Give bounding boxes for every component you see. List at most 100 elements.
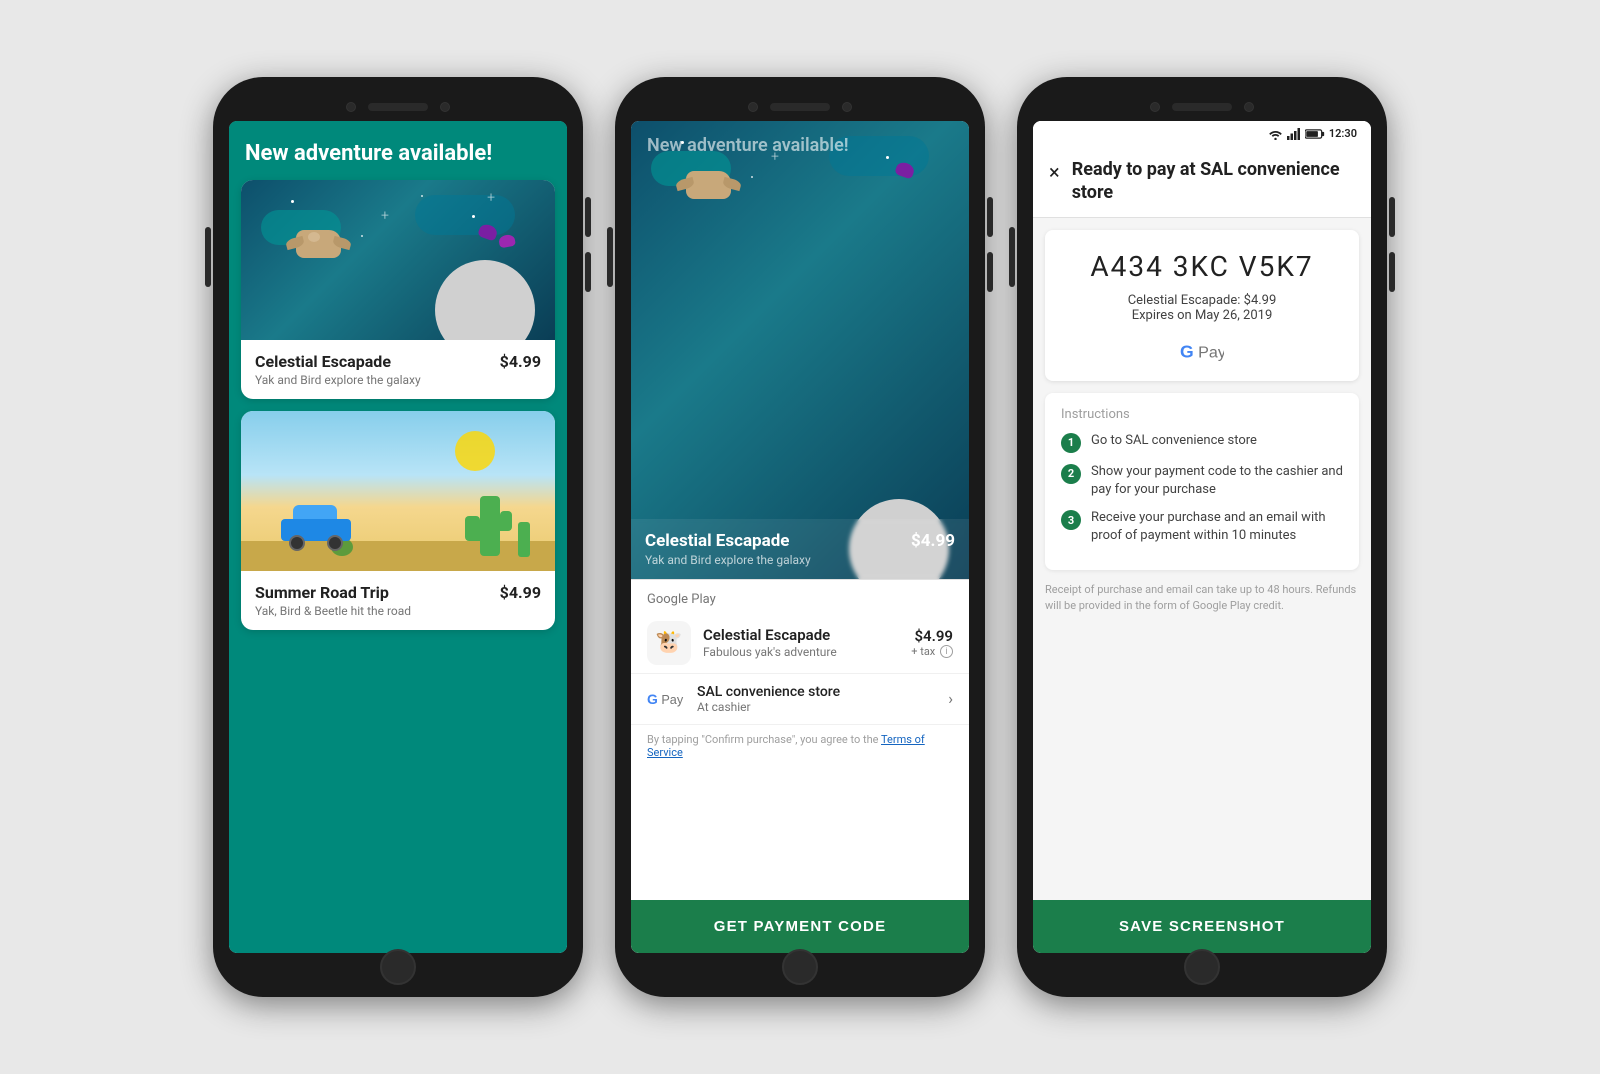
purchase-sheet-header: Google Play xyxy=(631,580,969,613)
gpay-logo-svg: G Pay xyxy=(647,690,685,708)
purchase-sheet: Google Play 🐮 Celestial Escapade Fabulou… xyxy=(631,579,969,953)
gpay-cashier-text: At cashier xyxy=(697,700,948,714)
payment-code-screen: 12:30 × Ready to pay at SAL convenience … xyxy=(1033,121,1371,953)
instruction-number-2: 2 xyxy=(1061,464,1081,484)
chevron-right-icon: › xyxy=(948,689,953,708)
celestial-title: Celestial Escapade xyxy=(255,352,421,371)
terms-text: By tapping "Confirm purchase", you agree… xyxy=(631,725,969,767)
star-icon xyxy=(472,215,475,218)
store-header: New adventure available! xyxy=(229,121,567,180)
svg-text:G Pay: G Pay xyxy=(1180,341,1224,360)
home-button[interactable] xyxy=(1184,949,1220,985)
celestial-subtitle: Yak and Bird explore the galaxy xyxy=(255,373,421,387)
gpay-store-name: SAL convenience store xyxy=(697,684,948,700)
screen-3: 12:30 × Ready to pay at SAL convenience … xyxy=(1033,121,1371,953)
gpay-badge: G Pay xyxy=(1180,341,1224,361)
purchase-card-info: Celestial Escapade Yak and Bird explore … xyxy=(631,519,969,579)
yak-character xyxy=(296,230,341,258)
purchase-game-subtitle: Yak and Bird explore the galaxy xyxy=(645,553,811,567)
summer-price: $4.99 xyxy=(500,583,541,602)
purchase-item-price: $4.99 + tax i xyxy=(911,627,953,659)
instruction-item-3: 3 Receive your purchase and an email wit… xyxy=(1061,509,1343,545)
plus-star-icon: + xyxy=(487,190,495,206)
summer-card[interactable]: Summer Road Trip Yak, Bird & Beetle hit … xyxy=(241,411,555,630)
speaker xyxy=(1172,103,1232,111)
instruction-number-1: 1 xyxy=(1061,433,1081,453)
purchase-game-price: $4.99 xyxy=(911,531,955,551)
code-item-name: Celestial Escapade: $4.99 xyxy=(1128,293,1277,308)
instruction-text-2: Show your payment code to the cashier an… xyxy=(1091,463,1343,499)
payment-code-card: A434 3KC V5K7 Celestial Escapade: $4.99 … xyxy=(1045,230,1359,381)
phone-bottom-bar xyxy=(1033,953,1371,981)
get-payment-code-button[interactable]: GET PAYMENT CODE xyxy=(631,900,969,953)
purchase-header-overlay: New adventure available! xyxy=(631,121,969,164)
star-icon xyxy=(361,235,363,237)
star-icon xyxy=(421,195,423,197)
purchase-item-details: Celestial Escapade Fabulous yak's advent… xyxy=(703,626,911,659)
status-time: 12:30 xyxy=(1329,127,1357,140)
power-button[interactable] xyxy=(1009,227,1015,287)
speaker xyxy=(368,103,428,111)
purchase-game-preview: + New adventure available! Celestial Esc… xyxy=(631,121,969,579)
instruction-item-1: 1 Go to SAL convenience store xyxy=(1061,432,1343,453)
bird-character-2 xyxy=(498,234,516,249)
game-icon: 🐮 xyxy=(647,621,691,665)
instructions-section: Instructions 1 Go to SAL convenience sto… xyxy=(1045,393,1359,570)
moon xyxy=(435,260,535,340)
purchase-card-text: Celestial Escapade Yak and Bird explore … xyxy=(645,531,811,567)
volume-down-button[interactable] xyxy=(987,252,993,292)
front-sensor xyxy=(1244,102,1254,112)
front-camera xyxy=(1150,102,1160,112)
info-icon[interactable]: i xyxy=(940,645,953,658)
volume-down-button[interactable] xyxy=(1389,252,1395,292)
gpay-badge-logo: G Pay xyxy=(1180,341,1224,361)
summer-card-info: Summer Road Trip Yak, Bird & Beetle hit … xyxy=(241,571,555,630)
save-screenshot-button[interactable]: SAVE SCREENSHOT xyxy=(1033,900,1371,953)
home-button[interactable] xyxy=(782,949,818,985)
home-button[interactable] xyxy=(380,949,416,985)
celestial-card-image: + + xyxy=(241,180,555,340)
gpay-logo: G Pay xyxy=(647,690,685,708)
celestial-card[interactable]: + + Celestial Escapade xyxy=(241,180,555,399)
screen-1: New adventure available! + + xyxy=(229,121,567,953)
celestial-card-info: Celestial Escapade Yak and Bird explore … xyxy=(241,340,555,399)
purchase-item-sub: Fabulous yak's adventure xyxy=(703,645,911,659)
car xyxy=(281,516,351,551)
power-button[interactable] xyxy=(205,227,211,287)
celestial-card-text: Celestial Escapade Yak and Bird explore … xyxy=(255,352,421,387)
status-bar: 12:30 xyxy=(1033,121,1371,146)
svg-text:G Pay: G Pay xyxy=(647,691,684,707)
phone-top-bar xyxy=(631,93,969,121)
star-icon xyxy=(751,176,753,178)
instructions-label: Instructions xyxy=(1061,407,1343,422)
gpay-details: SAL convenience store At cashier xyxy=(697,684,948,714)
cactus xyxy=(480,496,500,556)
signal-icon xyxy=(1287,128,1301,140)
speaker xyxy=(770,103,830,111)
summer-title: Summer Road Trip xyxy=(255,583,411,602)
store-screen: New adventure available! + + xyxy=(229,121,567,953)
yak-character xyxy=(686,171,731,199)
gpay-payment-row[interactable]: G Pay SAL convenience store At cashier › xyxy=(631,674,969,725)
purchase-game-title: Celestial Escapade xyxy=(645,531,811,551)
purchase-bg: + New adventure available! Celestial Esc… xyxy=(631,121,969,579)
phone-top-bar xyxy=(1033,93,1371,121)
power-button[interactable] xyxy=(607,227,613,287)
close-button[interactable]: × xyxy=(1049,160,1060,184)
phone-3: 12:30 × Ready to pay at SAL convenience … xyxy=(1017,77,1387,997)
front-camera xyxy=(748,102,758,112)
disclaimer-text: Receipt of purchase and email can take u… xyxy=(1045,582,1359,615)
phone-bottom-bar xyxy=(229,953,567,981)
volume-up-button[interactable] xyxy=(987,197,993,237)
front-camera xyxy=(346,102,356,112)
purchase-item-name: Celestial Escapade xyxy=(703,626,911,644)
space-cloud-2 xyxy=(415,195,515,235)
instruction-number-3: 3 xyxy=(1061,510,1081,530)
volume-up-button[interactable] xyxy=(585,197,591,237)
summer-card-image xyxy=(241,411,555,571)
volume-up-button[interactable] xyxy=(1389,197,1395,237)
item-price-value: $4.99 xyxy=(911,627,953,645)
volume-down-button[interactable] xyxy=(585,252,591,292)
payment-code: A434 3KC V5K7 xyxy=(1090,250,1313,283)
purchase-screen: + New adventure available! Celestial Esc… xyxy=(631,121,969,953)
